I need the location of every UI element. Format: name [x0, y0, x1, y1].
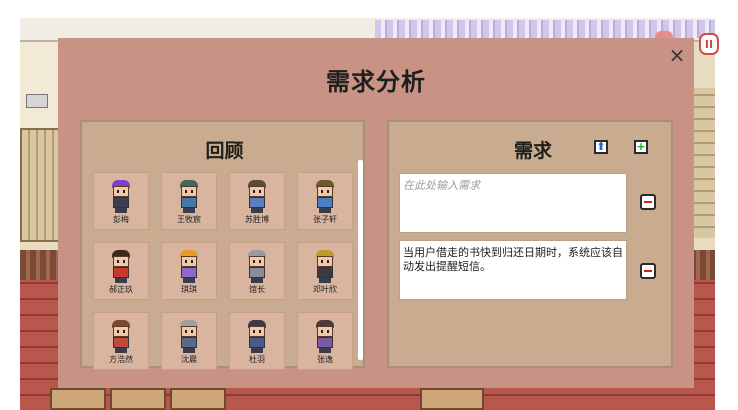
character-card[interactable]: 彭梅 — [93, 172, 149, 230]
review-panel: 回顾 彭梅 王牧宸 苏胜博 张子轩郝正玖 琪琪 馆长 邓叶欣方浩然 沈晨 杜羽 张逸 — [80, 120, 365, 370]
character-avatar — [178, 180, 200, 214]
character-avatar — [178, 320, 200, 354]
character-name: 杜羽 — [249, 355, 265, 364]
pause-button[interactable]: II — [699, 33, 719, 55]
scene-desk — [170, 388, 226, 410]
requirements-analysis-dialog: 需求分析 × 回顾 彭梅 王牧宸 苏胜博 张子轩郝正玖 琪琪 馆长 邓叶欣方浩然 沈晨 杜羽 张逸… — [58, 38, 694, 388]
character-card[interactable]: 苏胜博 — [229, 172, 285, 230]
character-name: 苏胜博 — [245, 215, 269, 224]
character-avatar — [110, 180, 132, 214]
character-name: 邓叶欣 — [313, 285, 337, 294]
requirement-input[interactable] — [399, 173, 627, 233]
character-avatar — [110, 250, 132, 284]
character-list-scrollbar[interactable] — [358, 160, 363, 360]
character-name: 郝正玖 — [109, 285, 133, 294]
scene-desk — [420, 388, 484, 410]
character-card[interactable]: 馆长 — [229, 242, 285, 300]
character-avatar — [110, 320, 132, 354]
character-card[interactable]: 琪琪 — [161, 242, 217, 300]
scene-desk — [110, 388, 166, 410]
character-card[interactable]: 郝正玖 — [93, 242, 149, 300]
character-card[interactable]: 邓叶欣 — [297, 242, 353, 300]
character-card[interactable]: 张逸 — [297, 312, 353, 370]
character-name: 张子轩 — [313, 215, 337, 224]
character-name: 馆长 — [249, 285, 265, 294]
character-avatar — [178, 250, 200, 284]
character-name: 琪琪 — [181, 285, 197, 294]
character-name: 方浩然 — [109, 355, 133, 364]
scene-desk — [50, 388, 106, 410]
upload-icon[interactable]: ⬆ — [594, 140, 608, 154]
add-requirement-icon[interactable]: + — [634, 140, 648, 154]
character-name: 王牧宸 — [177, 215, 201, 224]
pause-icon: II — [704, 37, 714, 51]
character-card[interactable]: 王牧宸 — [161, 172, 217, 230]
character-name: 沈晨 — [181, 355, 197, 364]
close-icon[interactable]: × — [668, 45, 686, 65]
character-avatar — [314, 250, 336, 284]
character-card[interactable]: 沈晨 — [161, 312, 217, 370]
remove-requirement-icon[interactable] — [640, 194, 656, 210]
character-card[interactable]: 方浩然 — [93, 312, 149, 370]
scene-picture-frame — [26, 94, 48, 108]
character-avatar — [246, 320, 268, 354]
review-panel-title: 回顾 — [205, 140, 244, 162]
character-card[interactable]: 杜羽 — [229, 312, 285, 370]
character-avatar — [314, 180, 336, 214]
character-avatar — [246, 250, 268, 284]
character-avatar — [314, 320, 336, 354]
character-card[interactable]: 张子轩 — [297, 172, 353, 230]
remove-requirement-icon[interactable] — [640, 263, 656, 279]
dialog-title: 需求分析 — [326, 68, 426, 96]
character-name: 彭梅 — [113, 215, 129, 224]
requirements-panel: 需求 ⬆ + 当用户借走的书快到归还日期时，系统应该自动发出提醒短信。 — [387, 120, 673, 368]
character-name: 张逸 — [317, 355, 333, 364]
character-avatar — [246, 180, 268, 214]
requirements-panel-title: 需求 — [514, 140, 553, 162]
requirement-item[interactable]: 当用户借走的书快到归还日期时，系统应该自动发出提醒短信。 — [399, 240, 627, 300]
